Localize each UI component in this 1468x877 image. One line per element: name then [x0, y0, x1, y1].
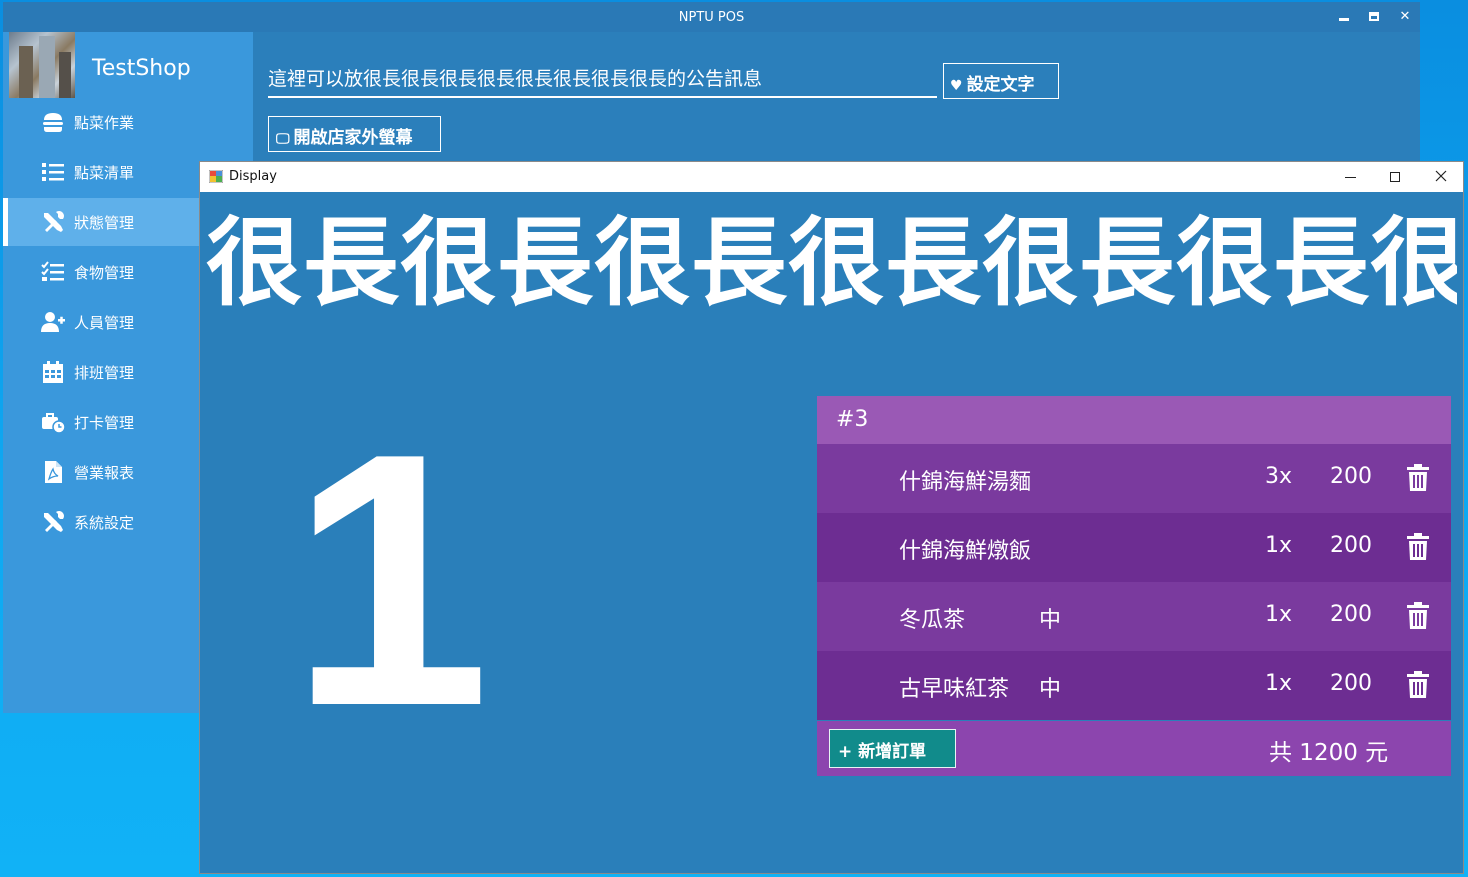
hamburger-icon — [43, 113, 63, 132]
order-item-row: 古早味紅茶 中 1x 200 — [817, 651, 1451, 720]
shop-avatar — [9, 32, 75, 98]
set-text-label: 設定文字 — [966, 75, 1035, 95]
sidebar-item-label: 營業報表 — [74, 464, 135, 482]
order-item-row: 什錦海鮮湯麵 3x 200 — [817, 444, 1451, 513]
item-quantity: 1x — [1265, 533, 1293, 558]
close-button[interactable]: ✕ — [1395, 8, 1415, 26]
display-close-button[interactable] — [1431, 168, 1451, 186]
close-icon — [1435, 170, 1447, 182]
item-price: 200 — [1330, 464, 1372, 489]
maximize-icon — [1369, 12, 1379, 21]
sidebar-item-label: 點菜清單 — [74, 164, 135, 182]
display-maximize-button[interactable] — [1385, 168, 1405, 186]
sidebar-item-label: 排班管理 — [74, 364, 135, 382]
display-window-title: Display — [229, 169, 277, 184]
item-price: 200 — [1330, 602, 1372, 627]
add-order-button[interactable]: + 新增訂單 — [829, 729, 956, 768]
order-number: #3 — [817, 396, 1451, 444]
item-name: 冬瓜茶 — [899, 608, 966, 633]
order-card: #3 什錦海鮮湯麵 3x 200 什錦海鮮燉飯 1x 200 冬瓜茶 中 1x … — [817, 396, 1451, 776]
item-quantity: 3x — [1265, 464, 1293, 489]
pdf-file-icon — [45, 461, 62, 483]
item-name: 什錦海鮮湯麵 — [899, 470, 1032, 495]
item-price: 200 — [1330, 533, 1372, 558]
trash-icon[interactable] — [1407, 464, 1429, 492]
sidebar-item-order[interactable]: 點菜作業 — [3, 98, 253, 146]
main-window-title: NPTU POS — [678, 10, 745, 25]
display-minimize-button[interactable] — [1340, 168, 1360, 186]
maximize-button[interactable] — [1364, 8, 1384, 26]
item-name: 什錦海鮮燉飯 — [899, 539, 1032, 564]
heart-icon: ♥ — [950, 78, 963, 94]
order-footer: + 新增訂單 共 1200 元 — [817, 721, 1451, 776]
order-item-row: 什錦海鮮燉飯 1x 200 — [817, 513, 1451, 582]
display-window: Display 很長很長很長很長很長很長很長 1 #3 什錦海鮮湯麵 3x 20… — [199, 161, 1464, 874]
main-titlebar[interactable]: NPTU POS ✕ — [3, 2, 1420, 32]
minimize-button[interactable] — [1334, 8, 1354, 26]
marquee-announcement: 很長很長很長很長很長很長很長 — [206, 208, 1457, 318]
item-price: 200 — [1330, 671, 1372, 696]
list-icon — [42, 163, 64, 181]
sidebar-item-label: 打卡管理 — [74, 414, 135, 432]
minimize-icon — [1345, 177, 1356, 178]
trash-icon[interactable] — [1407, 533, 1429, 561]
current-order-number: 1 — [290, 379, 491, 781]
tools-icon — [44, 511, 64, 532]
item-size: 中 — [1039, 608, 1062, 633]
close-icon: ✕ — [1399, 9, 1411, 24]
maximize-icon — [1390, 172, 1400, 182]
user-plus-icon — [41, 312, 65, 332]
announcement-input[interactable]: 這裡可以放很長很長很長很長很長很長很長很長的公告訊息 — [268, 62, 937, 98]
set-text-button[interactable]: ♥ 設定文字 — [943, 63, 1059, 99]
sidebar-item-label: 系統設定 — [74, 514, 135, 532]
item-size: 中 — [1039, 677, 1062, 702]
trash-icon[interactable] — [1407, 602, 1429, 630]
tools-icon — [44, 211, 64, 232]
sidebar-item-label: 人員管理 — [74, 314, 135, 332]
open-display-label: 開啟店家外螢幕 — [293, 128, 413, 148]
minimize-icon — [1339, 18, 1349, 21]
window-app-icon — [209, 170, 223, 183]
sidebar-item-label: 狀態管理 — [74, 214, 135, 232]
order-item-row: 冬瓜茶 中 1x 200 — [817, 582, 1451, 651]
shop-name: TestShop — [92, 56, 191, 81]
sidebar-item-label: 食物管理 — [74, 264, 135, 282]
calendar-icon — [43, 361, 63, 383]
display-titlebar[interactable]: Display — [200, 162, 1463, 192]
item-quantity: 1x — [1265, 602, 1293, 627]
sidebar-item-label: 點菜作業 — [74, 114, 135, 132]
item-quantity: 1x — [1265, 671, 1293, 696]
toolbox-clock-icon — [42, 413, 65, 434]
tasks-icon — [41, 261, 64, 281]
order-total: 共 1200 元 — [1269, 740, 1389, 766]
trash-icon[interactable] — [1407, 671, 1429, 699]
monitor-icon: 🖵 — [276, 131, 290, 147]
open-display-button[interactable]: 🖵 開啟店家外螢幕 — [268, 116, 441, 152]
item-name: 古早味紅茶 — [899, 677, 1010, 702]
